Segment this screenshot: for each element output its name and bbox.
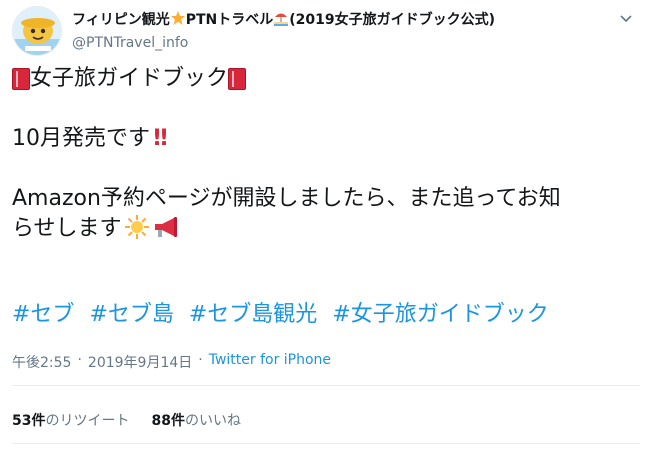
screen-name[interactable]: @PTNTravel_info (72, 34, 612, 52)
likes-label: のいいね (184, 413, 241, 429)
display-name-part2: PTNトラベル (185, 12, 274, 28)
meta-separator: · (198, 352, 203, 368)
hashtag-link[interactable]: #セブ島観光 (189, 302, 317, 327)
divider (12, 385, 640, 386)
double-exclamation-icon: !! (152, 126, 169, 151)
retweets-stat[interactable]: 53件のリツイート (12, 410, 129, 430)
tweet-time[interactable]: 午後2:55 (12, 352, 71, 372)
tweet-amazon-text: Amazon予約ページが開設しましたら、また追ってお知 (12, 186, 561, 211)
likes-stat[interactable]: 88件のいいね (151, 410, 240, 430)
hashtag-list: #セブ #セブ島 #セブ島観光 #女子旅ガイドブック (12, 300, 557, 330)
author-names: フィリピン観光 PTNトラベル (2019女子旅ガイドブック公式) @PTNTr… (72, 10, 612, 52)
display-name-part1: フィリピン観光 (72, 12, 170, 28)
chevron-down-icon[interactable] (618, 10, 634, 26)
retweets-count: 53件 (12, 413, 46, 429)
tweet-text: 女子旅ガイドブック 10月発売です !! Amazon予約ページが開設しましたら… (12, 64, 632, 244)
tweet-notify-text: らせします (12, 216, 122, 241)
tweet-metadata: 午後2:55 · 2019年9月14日 · Twitter for iPhone (12, 352, 331, 372)
sun-icon (124, 214, 150, 244)
hashtag-link[interactable]: #セブ (12, 302, 74, 327)
tweet-source-link[interactable]: Twitter for iPhone (209, 352, 331, 372)
avatar[interactable] (12, 6, 62, 56)
divider (12, 443, 640, 444)
avatar-image (13, 7, 61, 55)
likes-count: 88件 (151, 413, 185, 429)
tweet-title-text: 女子旅ガイドブック (30, 66, 229, 91)
beach-icon (273, 10, 289, 30)
megaphone-icon (152, 215, 180, 243)
display-name-part3: (2019女子旅ガイドブック公式) (289, 12, 496, 28)
tweet-line-title: 女子旅ガイドブック (12, 64, 632, 94)
display-name[interactable]: フィリピン観光 PTNトラベル (2019女子旅ガイドブック公式) (72, 10, 612, 30)
tweet-line-release: 10月発売です !! (12, 124, 632, 154)
tweet-header: フィリピン観光 PTNトラベル (2019女子旅ガイドブック公式) @PTNTr… (12, 4, 638, 56)
book-icon (12, 68, 30, 90)
tweet-release-text: 10月発売です (12, 126, 150, 151)
tweet-line-amazon: Amazon予約ページが開設しましたら、また追ってお知 (12, 184, 632, 214)
book-icon (228, 68, 247, 90)
tweet-date[interactable]: 2019年9月14日 (88, 352, 192, 372)
retweets-label: のリツイート (45, 413, 130, 429)
tweet-line-notify: らせします (12, 214, 632, 244)
hashtag-link[interactable]: #女子旅ガイドブック (332, 302, 548, 327)
star-icon (170, 10, 186, 30)
tweet-stats: 53件のリツイート 88件のいいね (12, 410, 263, 430)
hashtag-link[interactable]: #セブ島 (89, 302, 173, 327)
meta-separator: · (77, 352, 82, 368)
